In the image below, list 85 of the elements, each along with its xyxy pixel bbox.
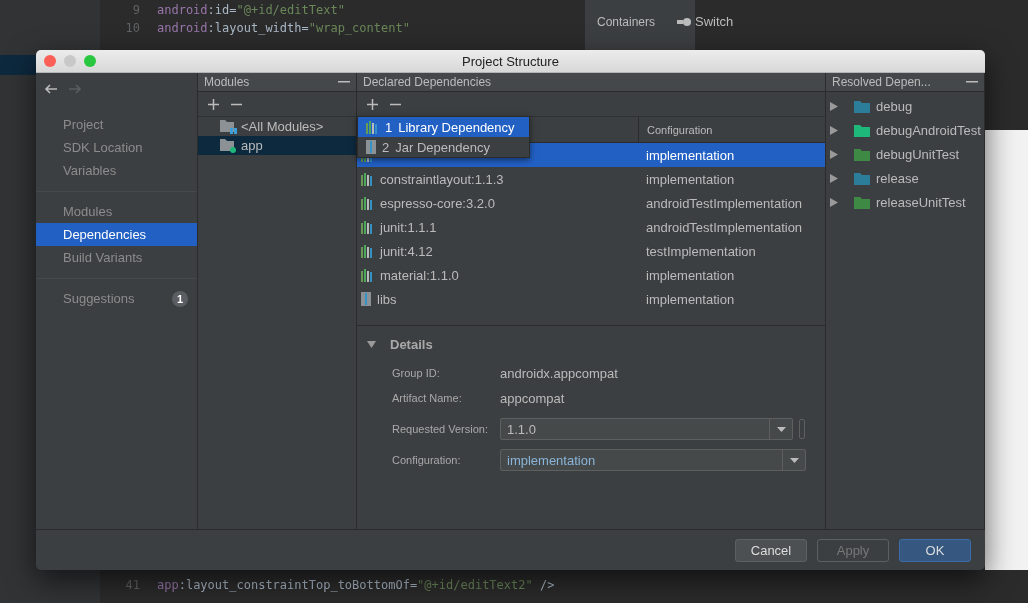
sidebar-item[interactable]: Suggestions 1 xyxy=(36,287,197,310)
configuration-cell-text: implementation xyxy=(645,291,735,307)
code-line: app:layout_constraintTop_toBottomOf="@+id/editText2" /> xyxy=(157,578,555,592)
dependency-name: libs xyxy=(377,291,397,307)
variant-item[interactable]: debugUnitTest xyxy=(826,142,984,166)
library-icon xyxy=(361,244,374,258)
configuration-cell-text: implementation xyxy=(645,147,735,163)
expand-icon[interactable] xyxy=(830,125,838,135)
folder-icon xyxy=(854,195,870,209)
sidebar-item[interactable]: Project xyxy=(36,113,197,136)
configuration-cell-text: implementation xyxy=(645,171,735,187)
section-title: Details xyxy=(390,336,433,352)
dialog-button[interactable]: Cancel xyxy=(735,538,807,562)
back-icon[interactable] xyxy=(44,84,58,94)
dependency-row[interactable]: libs implementation xyxy=(357,287,825,311)
dependency-row[interactable]: junit:4.12 testImplementation xyxy=(357,239,825,263)
variant-item[interactable]: debugAndroidTest xyxy=(826,118,984,142)
sidebar-item[interactable]: Variables xyxy=(36,159,197,182)
configuration-cell-text: implementation xyxy=(645,267,735,283)
dependency-name: constraintlayout:1.1.3 xyxy=(380,171,504,187)
configuration-cell-text: testImplementation xyxy=(645,243,756,259)
palette-item[interactable]: Switch xyxy=(677,14,734,29)
configuration-cell-text: androidTestImplementation xyxy=(645,195,803,211)
panel-title: Modules xyxy=(204,75,250,89)
dependency-name: junit:4.12 xyxy=(380,243,433,259)
dialog-button[interactable]: OK xyxy=(899,538,971,562)
folder-icon xyxy=(854,147,870,161)
library-icon xyxy=(361,196,374,210)
module-folder-icon xyxy=(220,138,237,153)
variant-item[interactable]: releaseUnitTest xyxy=(826,190,984,214)
expand-icon[interactable] xyxy=(830,101,838,111)
dependency-row[interactable]: constraintlayout:1.1.3 implementation xyxy=(357,167,825,191)
expand-icon[interactable] xyxy=(830,173,838,183)
panel-title: Declared Dependencies xyxy=(363,75,492,89)
dependency-name: espresso-core:3.2.0 xyxy=(380,195,495,211)
window-title: Project Structure xyxy=(462,53,559,69)
dependency-name: material:1.1.0 xyxy=(380,267,459,283)
jar-icon xyxy=(366,140,376,154)
info-pill xyxy=(799,419,805,439)
line-number: 10 xyxy=(124,21,140,35)
folder-icon xyxy=(854,99,870,113)
library-icon xyxy=(361,268,374,282)
library-icon xyxy=(361,172,374,186)
expand-icon[interactable] xyxy=(830,149,838,159)
count-badge: 1 xyxy=(172,290,188,307)
menu-item[interactable]: 1 Library Dependency xyxy=(358,117,529,137)
library-icon xyxy=(361,220,374,234)
field-value: appcompat xyxy=(500,390,565,406)
line-number: 9 xyxy=(131,3,140,17)
module-item[interactable]: <All Modules> xyxy=(198,117,356,136)
collapse-icon[interactable] xyxy=(367,339,376,349)
panel-title: Resolved Depen... xyxy=(832,75,931,89)
module-item[interactable]: app xyxy=(198,136,356,155)
field-value: androidx.appcompat xyxy=(500,365,618,381)
field-label: Requested Version: xyxy=(392,423,489,435)
folder-icon xyxy=(854,123,870,137)
folder-icon xyxy=(854,171,870,185)
sidebar-item[interactable]: Modules xyxy=(36,200,197,223)
sidebar-item[interactable]: Build Variants xyxy=(36,246,197,269)
jar-icon xyxy=(361,292,371,306)
dependency-row[interactable]: junit:1.1.1 androidTestImplementation xyxy=(357,215,825,239)
expand-icon[interactable] xyxy=(830,197,838,207)
column-header[interactable]: Configuration xyxy=(638,117,713,142)
palette-category[interactable]: Containers xyxy=(597,14,656,29)
library-icon xyxy=(366,120,379,134)
dependency-row[interactable]: espresso-core:3.2.0 androidTestImplementation xyxy=(357,191,825,215)
field-label: Artifact Name: xyxy=(392,392,463,404)
modules-folder-icon xyxy=(220,119,237,134)
code-line: android:id="@+id/editText" xyxy=(157,3,345,17)
variant-item[interactable]: debug xyxy=(826,94,984,118)
dependency-name: junit:1.1.1 xyxy=(380,219,437,235)
caret-icon xyxy=(776,426,786,432)
close-button[interactable] xyxy=(44,55,56,67)
sidebar-item[interactable]: SDK Location xyxy=(36,136,197,159)
dependency-row[interactable]: material:1.1.0 implementation xyxy=(357,263,825,287)
caret-icon xyxy=(789,457,799,463)
variant-item[interactable]: release xyxy=(826,166,984,190)
configuration-cell-text: androidTestImplementation xyxy=(645,219,803,235)
code-line: android:layout_width="wrap_content" xyxy=(157,21,410,35)
configuration-dropdown[interactable]: implementation xyxy=(500,449,806,471)
field-label: Group ID: xyxy=(392,367,441,379)
version-combo[interactable]: 1.1.0 xyxy=(500,418,793,440)
sidebar-item[interactable]: Dependencies xyxy=(36,223,197,246)
field-label: Configuration: xyxy=(392,454,462,466)
switch-icon xyxy=(677,17,692,26)
